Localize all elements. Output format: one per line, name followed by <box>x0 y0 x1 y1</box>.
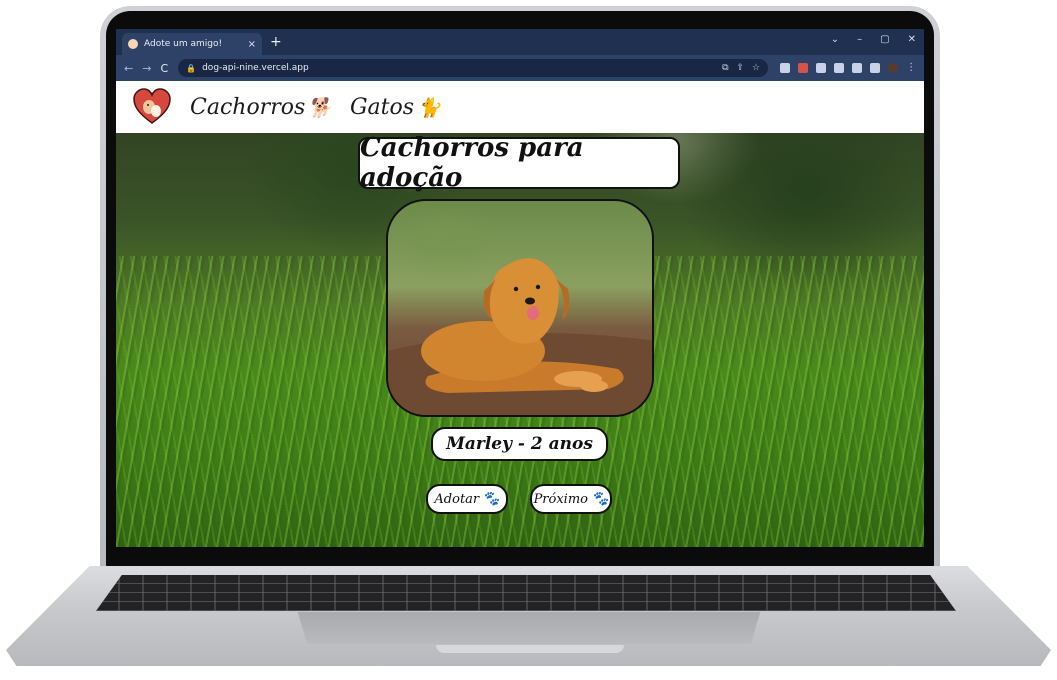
dog-photo <box>386 199 654 417</box>
laptop-lip <box>436 645 624 653</box>
next-button-label: Próximo <box>533 491 588 507</box>
site-header: Cachorros 🐕 Gatos 🐈 <box>116 81 924 133</box>
browser-tab[interactable]: Adote um amigo! × <box>122 33 262 55</box>
window-controls: ⌄ – ▢ ✕ <box>831 34 916 45</box>
minimize-button[interactable]: – <box>857 34 862 45</box>
nav-label-cachorros: Cachorros <box>190 94 306 120</box>
adopt-button[interactable]: Adotar 🐾 <box>426 484 508 514</box>
new-tab-button[interactable]: + <box>270 33 282 51</box>
heart-pet-logo-icon[interactable] <box>132 87 172 127</box>
keyboard-rows <box>96 575 956 611</box>
menu-kebab-icon[interactable]: ⋮ <box>906 63 916 73</box>
lock-icon[interactable]: 🔒 <box>186 64 196 73</box>
paw-icon: 🐾 <box>591 491 609 507</box>
site-favicon-icon <box>128 39 138 49</box>
forward-arrow-icon[interactable]: → <box>142 62 151 75</box>
extensions-area: ⋮ <box>780 63 916 73</box>
web-page: Cachorros 🐕 Gatos 🐈 Cachorros para adoçã… <box>116 81 924 547</box>
side-panel-icon[interactable] <box>870 63 881 73</box>
pet-caption: Marley - 2 anos <box>431 427 608 461</box>
tab-title: Adote um amigo! <box>144 39 223 49</box>
next-button[interactable]: Próximo 🐾 <box>530 484 612 514</box>
reload-icon[interactable]: C <box>160 62 168 75</box>
cat-emoji-icon: 🐈 <box>417 96 441 119</box>
nav-link-cachorros[interactable]: Cachorros 🐕 <box>190 95 332 120</box>
extension-icon[interactable] <box>816 63 827 73</box>
extension-icon[interactable] <box>798 63 809 73</box>
trackpad <box>297 612 761 644</box>
omnibox-icons: ⧉ ⇪ ☆ <box>722 63 760 73</box>
browser-tab-bar: Adote um amigo! × + ⌄ – ▢ ✕ <box>116 29 924 55</box>
close-window-button[interactable]: ✕ <box>908 34 916 45</box>
nav-link-gatos[interactable]: Gatos 🐈 <box>350 95 441 120</box>
bookmark-star-icon[interactable]: ☆ <box>752 63 760 73</box>
tab-search-icon[interactable]: ⌄ <box>831 34 839 45</box>
share-icon[interactable]: ⇪ <box>737 63 745 73</box>
maximize-button[interactable]: ▢ <box>880 34 889 45</box>
puzzle-icon[interactable] <box>834 63 845 73</box>
translate-icon[interactable]: ⧉ <box>722 63 728 73</box>
extension-icon[interactable] <box>780 63 791 73</box>
tab-close-icon[interactable]: × <box>248 39 256 50</box>
url-text[interactable]: dog-api-nine.vercel.app <box>202 63 722 73</box>
nav-label-gatos: Gatos <box>349 94 415 120</box>
dog-emoji-icon: 🐕 <box>308 96 332 119</box>
paw-icon: 🐾 <box>482 491 500 507</box>
profile-avatar-icon[interactable] <box>888 63 899 73</box>
laptop-frame: Adote um amigo! × + ⌄ – ▢ ✕ ← → C 🔒 dog-… <box>0 0 1057 680</box>
page-title: Cachorros para adoção <box>358 133 680 193</box>
screen: Adote um amigo! × + ⌄ – ▢ ✕ ← → C 🔒 dog-… <box>116 29 924 547</box>
browser-toolbar: ← → C 🔒 dog-api-nine.vercel.app ⧉ ⇪ ☆ ⋮ <box>116 55 924 81</box>
adopt-button-label: Adotar <box>434 491 480 507</box>
back-arrow-icon[interactable]: ← <box>124 62 133 75</box>
address-bar[interactable]: 🔒 dog-api-nine.vercel.app ⧉ ⇪ ☆ <box>178 59 769 77</box>
nav-buttons: ← → C <box>116 62 168 75</box>
reading-list-icon[interactable] <box>852 63 863 73</box>
